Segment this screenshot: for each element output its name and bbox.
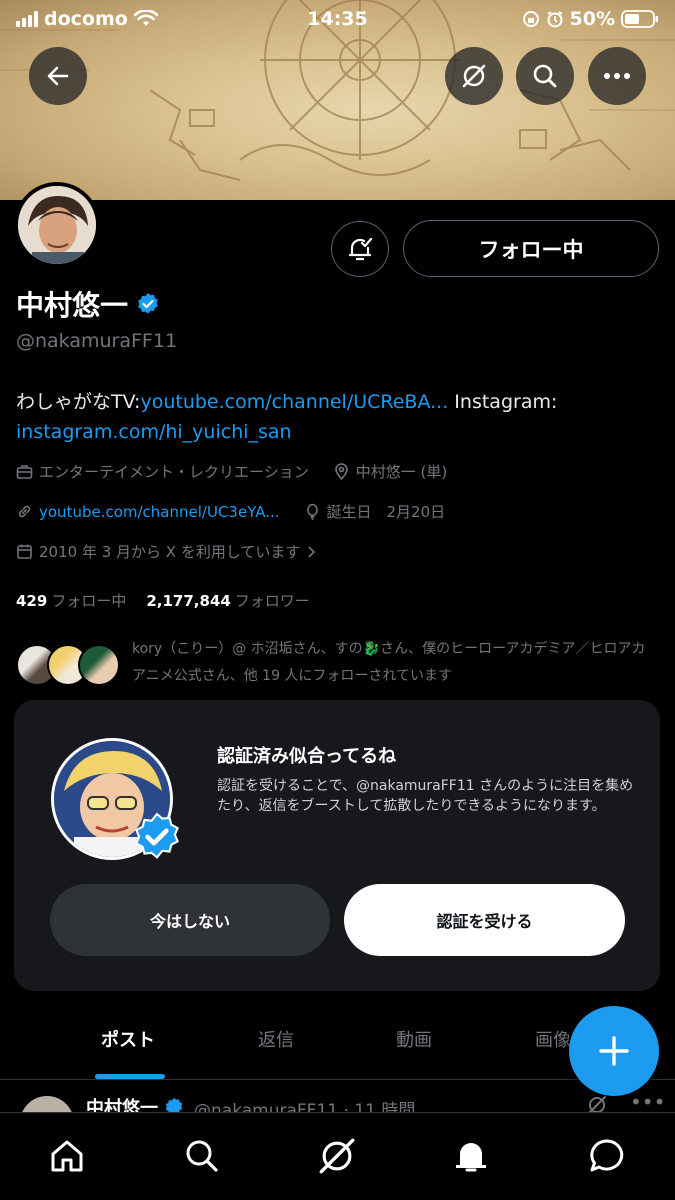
tab-replies[interactable]: 返信 [258, 1026, 294, 1052]
bio-youtube-link[interactable]: youtube.com/channel/UCReBA... [140, 391, 448, 413]
battery-icon [621, 10, 658, 28]
tab-posts[interactable]: ポスト [101, 1026, 155, 1052]
following-button[interactable]: フォロー中 [403, 220, 659, 277]
profile-bio: わしゃがなTV:youtube.com/channel/UCReBA... In… [16, 387, 656, 447]
meta-row-3: 2010 年 3 月から X を利用しています [16, 541, 316, 562]
category-item: エンターテイメント・レクリエーション [16, 461, 309, 482]
post-author-name: 中村悠一 [86, 1098, 158, 1112]
dismiss-button[interactable]: 今はしない [50, 884, 330, 956]
search-icon [186, 1140, 218, 1172]
home-icon [51, 1140, 83, 1172]
website-item[interactable]: youtube.com/channel/UC3eYA... [16, 503, 280, 521]
promo-body: 認証を受けることで、@nakamuraFF11 さんのように注目を集めたり、返信… [217, 778, 634, 814]
verified-badge-icon[interactable] [136, 292, 160, 316]
calendar-icon [17, 544, 32, 559]
back-arrow-icon [47, 66, 69, 86]
follower-avatar [78, 644, 120, 686]
nav-grok[interactable] [316, 1135, 358, 1177]
alarm-icon [546, 11, 563, 28]
birthday-item: 誕生日 2月20日 [304, 501, 446, 522]
bell-check-icon [348, 237, 373, 261]
user-handle: @nakamuraFF11 [16, 330, 178, 352]
tab-images[interactable]: 画像 [535, 1026, 571, 1052]
followers-label: フォロワー [234, 592, 310, 610]
verified-badge-icon [165, 1097, 183, 1112]
follow-stats: 429 フォロー中 2,177,844 フォロワー [16, 590, 310, 611]
location-pin-icon [334, 463, 348, 480]
birthday-label: 誕生日 2月20日 [326, 503, 446, 521]
grok-icon[interactable] [586, 1094, 608, 1112]
rotation-lock-icon [522, 11, 539, 27]
post-more-icon[interactable]: ••• [630, 1090, 665, 1112]
status-right: 50% [522, 8, 659, 30]
more-icon [604, 73, 630, 79]
grok-icon [462, 64, 486, 88]
tab-videos[interactable]: 動画 [396, 1026, 432, 1052]
bio-text-2: Instagram: [448, 391, 558, 413]
nav-explore[interactable] [181, 1135, 223, 1177]
verified-promo-card: 認証済み似合ってるね 認証を受けることで、@nakamuraFF11 さんのよう… [14, 700, 660, 991]
link-icon [18, 505, 31, 518]
grok-button[interactable] [445, 47, 503, 105]
back-button[interactable] [29, 47, 87, 105]
website-link[interactable]: youtube.com/channel/UC3eYA... [39, 503, 280, 521]
joined-item[interactable]: 2010 年 3 月から X を利用しています [16, 541, 316, 562]
followed-by-text: kory（こりー）@ ホ沼垢さん、すの🐉さん、僕のヒーローアカデミア／ヒロアカ … [132, 641, 646, 684]
balloon-icon [306, 503, 318, 520]
grok-icon [319, 1138, 355, 1174]
bio-text-1: わしゃがなTV: [16, 391, 141, 413]
post-author: 中村悠一 [86, 1094, 184, 1112]
followers-stat[interactable]: 2,177,844 フォロワー [146, 590, 309, 611]
battery-percent: 50% [569, 8, 615, 30]
avatar-illustration [18, 186, 96, 264]
nav-notifications[interactable] [450, 1135, 492, 1177]
verified-badge-icon [135, 812, 179, 859]
promo-title: 認証済み似合ってるね [217, 746, 397, 767]
search-icon [533, 64, 557, 88]
messages-icon [590, 1139, 624, 1172]
meta-row-2: youtube.com/channel/UC3eYA... 誕生日 2月20日 [16, 501, 445, 522]
following-stat[interactable]: 429 フォロー中 [16, 590, 126, 611]
follower-avatars [16, 644, 120, 688]
following-count: 429 [16, 592, 48, 610]
bio-instagram-link[interactable]: instagram.com/hi_yuichi_san [16, 421, 292, 443]
location-item: 中村悠一 (単) [333, 461, 447, 482]
display-name-row: 中村悠一 [16, 284, 160, 324]
get-verified-button[interactable]: 認証を受ける [344, 884, 625, 956]
display-name: 中村悠一 [16, 289, 129, 322]
joined-label: 2010 年 3 月から X を利用しています [39, 543, 301, 561]
status-bar: docomo 14:35 50% [0, 0, 675, 40]
chevron-right-icon [308, 545, 316, 558]
followers-count: 2,177,844 [146, 592, 231, 610]
meta-row-1: エンターテイメント・レクリエーション 中村悠一 (単) [16, 461, 447, 482]
nav-messages[interactable] [586, 1135, 628, 1177]
notification-settings-button[interactable] [331, 221, 389, 277]
profile-avatar[interactable] [14, 182, 100, 268]
notifications-icon [456, 1143, 486, 1172]
post-handle-time: @nakamuraFF11 · 11 時間 [194, 1101, 416, 1112]
location-label: 中村悠一 (単) [355, 463, 448, 481]
nav-home[interactable] [46, 1135, 88, 1177]
bottom-navigation [0, 1112, 675, 1200]
more-button[interactable] [588, 47, 646, 105]
active-tab-indicator [95, 1074, 165, 1079]
briefcase-icon [16, 465, 33, 479]
post-avatar[interactable] [20, 1096, 74, 1112]
post-item[interactable]: 中村悠一 @nakamuraFF11 · 11 時間 ••• [0, 1082, 675, 1112]
category-label: エンターテイメント・レクリエーション [39, 463, 309, 481]
plus-icon [599, 1036, 629, 1066]
search-button[interactable] [516, 47, 574, 105]
following-label: フォロー中 [51, 592, 127, 610]
